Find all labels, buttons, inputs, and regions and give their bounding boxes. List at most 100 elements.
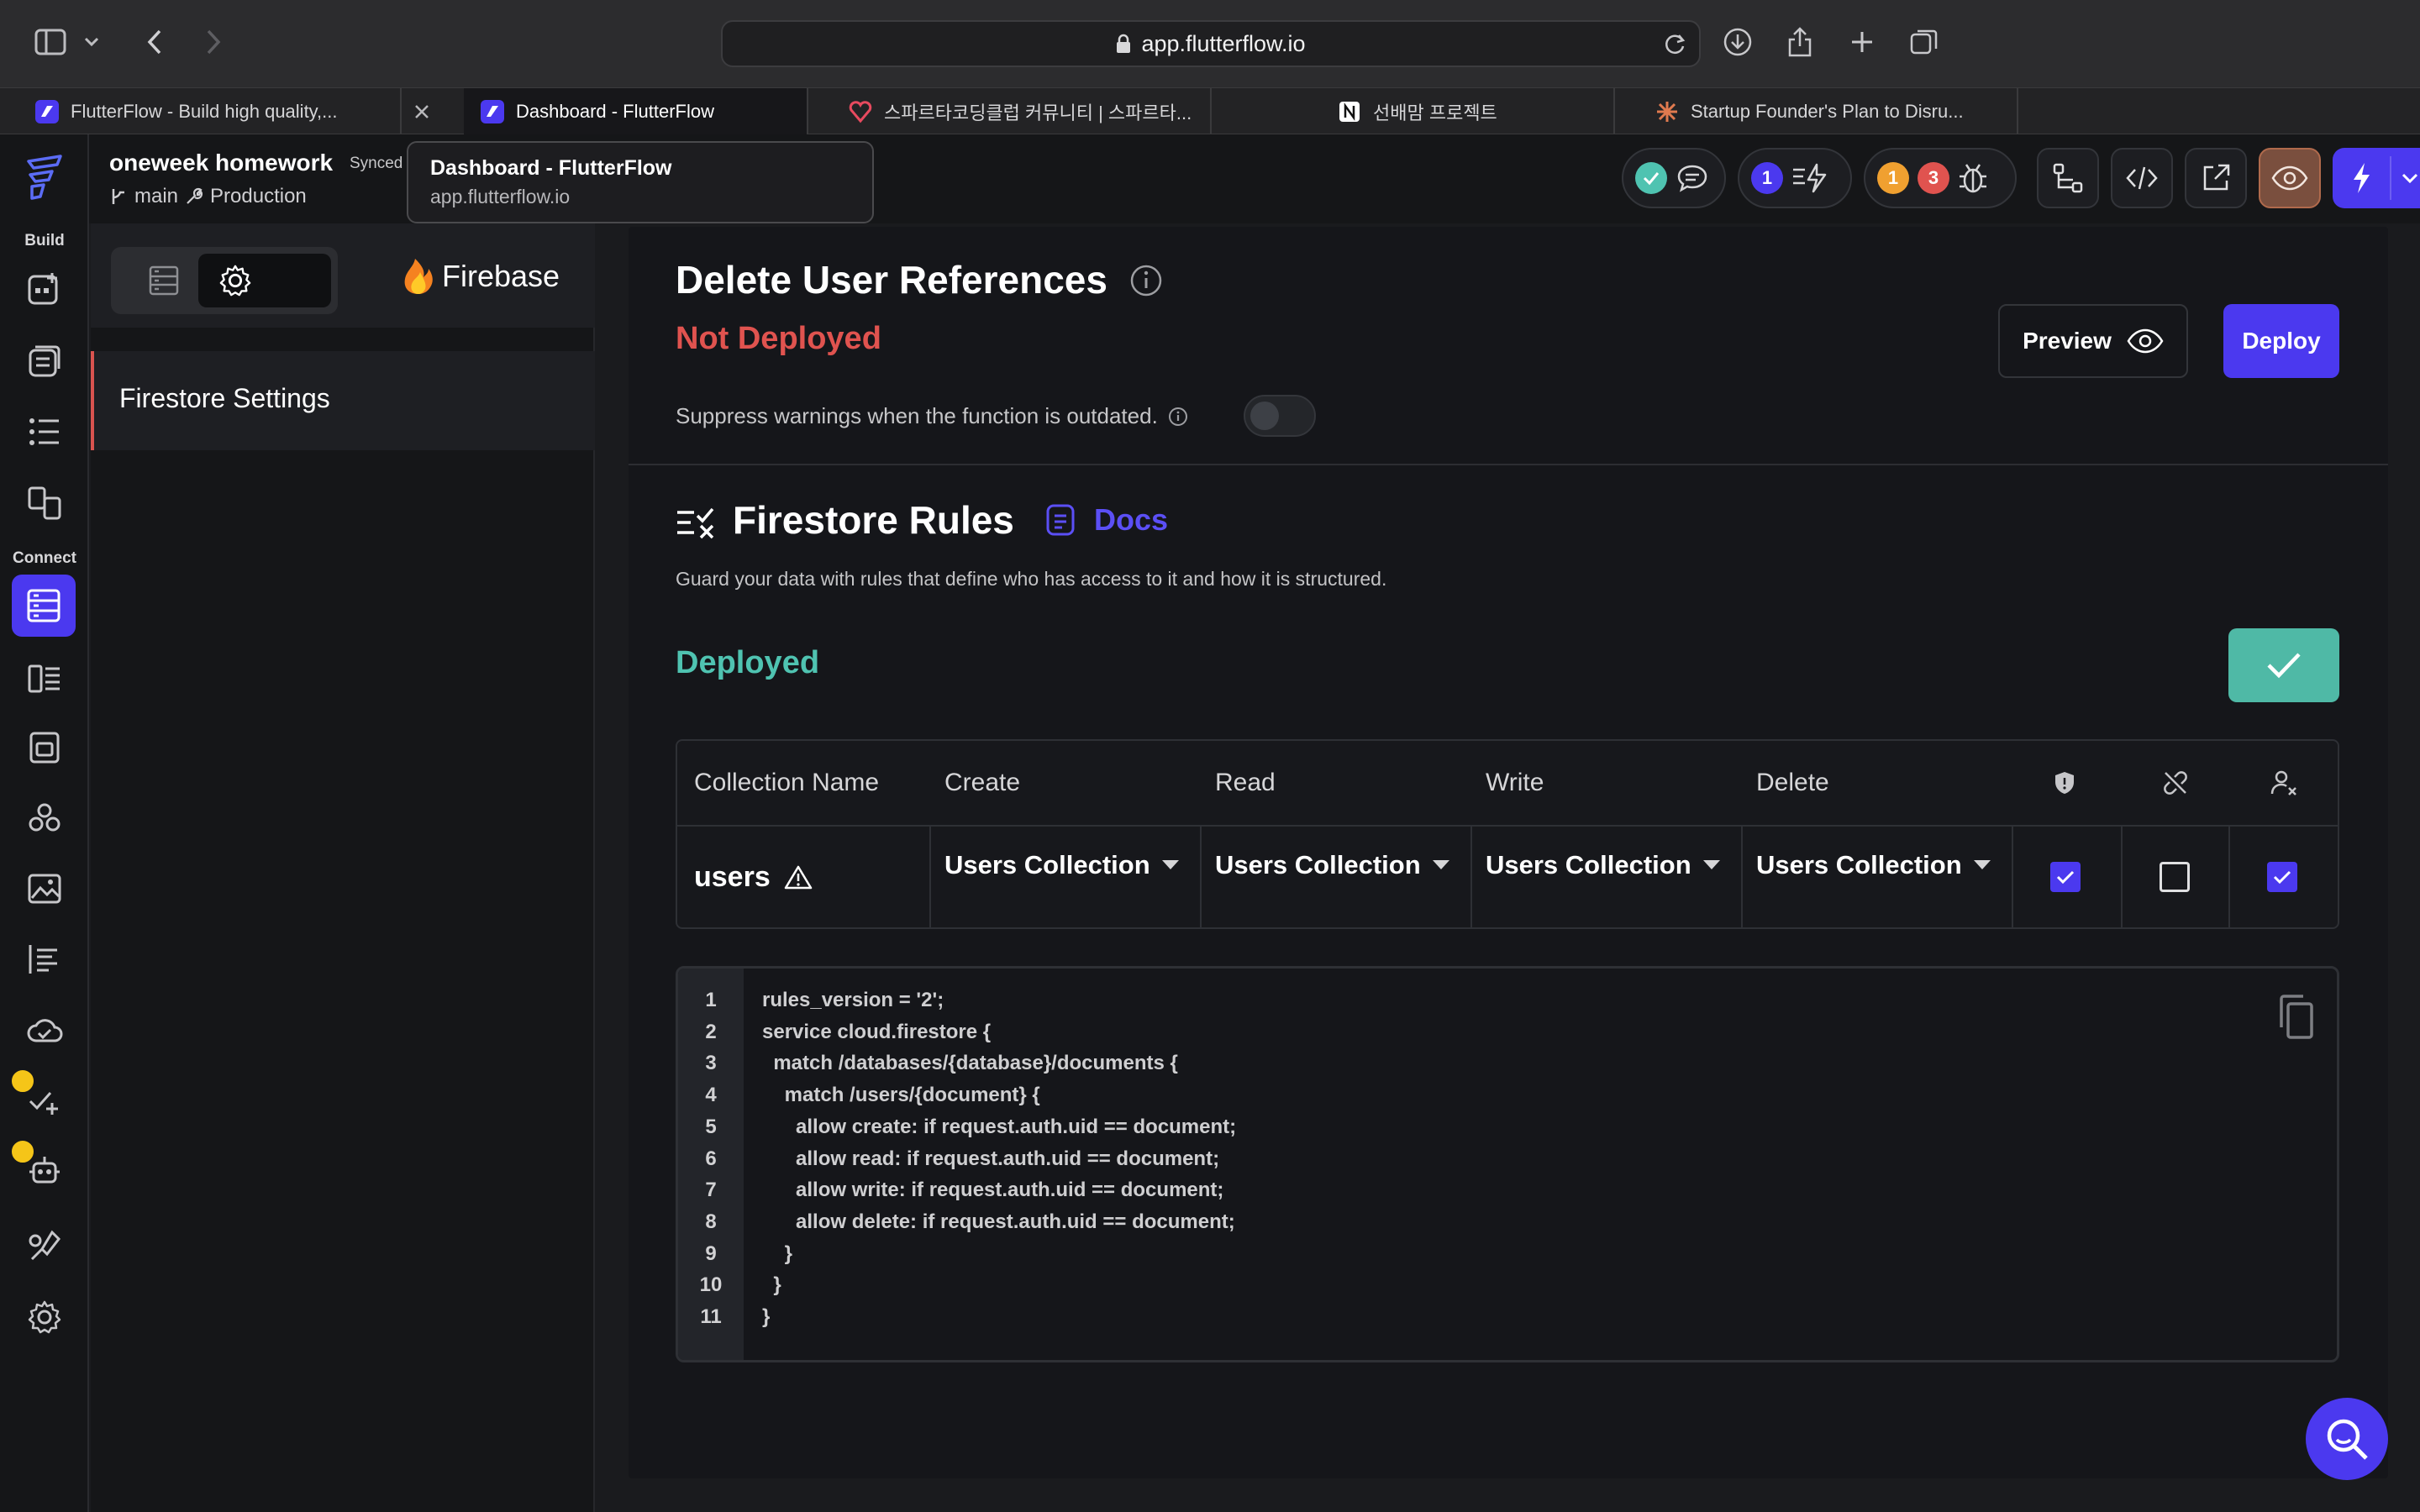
branch-info[interactable]: main Production	[109, 185, 307, 208]
delete-rule-dropdown[interactable]: Users Collection	[1756, 827, 1991, 927]
column-divider	[2228, 827, 2230, 927]
tab-overview-icon[interactable]	[1904, 22, 1944, 62]
media-assets-icon[interactable]	[23, 867, 66, 911]
flutterflow-logo[interactable]	[22, 153, 67, 202]
line-number: 3	[705, 1052, 717, 1075]
sidebar-toggle-icon[interactable]	[30, 22, 71, 62]
firestore-icon[interactable]	[12, 575, 76, 637]
line-number: 2	[705, 1020, 717, 1043]
rules-table: Collection Name Create Read Write Delete…	[676, 739, 2339, 929]
tab-dashboard[interactable]: Dashboard - FlutterFlow	[464, 88, 808, 135]
create-rule-dropdown[interactable]: Users Collection	[944, 827, 1179, 927]
sync-status: Synced	[350, 155, 403, 172]
warnings-count-badge: 1	[1877, 162, 1909, 194]
back-icon[interactable]	[134, 22, 175, 62]
info-icon[interactable]	[1168, 407, 1188, 427]
dropdown-arrow-icon	[1432, 860, 1449, 869]
docs-label: Docs	[1094, 502, 1169, 537]
dropdown-arrow-icon	[1702, 860, 1720, 869]
close-icon[interactable]	[413, 103, 430, 120]
warning-icon[interactable]	[784, 864, 813, 890]
enforce-rules-checkbox[interactable]	[2050, 862, 2081, 892]
suppress-warning-toggle[interactable]	[1244, 395, 1316, 437]
tab-notion[interactable]: 선배맘 프로젝트	[1212, 88, 1615, 135]
tab-close-button[interactable]	[402, 88, 472, 135]
delete-user-data-checkbox[interactable]	[2267, 862, 2297, 892]
tab-startup[interactable]: Startup Founder's Plan to Disru...	[1615, 88, 2018, 135]
toggle-knob	[1250, 402, 1279, 430]
status-group[interactable]	[1622, 148, 1726, 208]
copy-button[interactable]	[2275, 994, 2317, 1041]
app-state-icon[interactable]	[23, 726, 66, 769]
column-header-write: Write	[1486, 769, 1544, 796]
forward-icon[interactable]	[193, 22, 234, 62]
settings-icon[interactable]	[23, 1295, 66, 1339]
code-line: service cloud.firestore {	[762, 1020, 992, 1043]
widget-tree-icon[interactable]	[23, 410, 66, 454]
unauthenticated-checkbox[interactable]	[2160, 862, 2190, 892]
tests-icon[interactable]	[23, 1079, 66, 1122]
database-view-tab[interactable]	[124, 257, 203, 304]
api-calls-icon[interactable]	[23, 937, 66, 981]
tab-label: 선배맘 프로젝트	[1373, 102, 1497, 123]
column-divider	[929, 827, 931, 927]
collection-name: users	[694, 860, 771, 893]
download-icon[interactable]	[1718, 22, 1758, 62]
tab-sparta[interactable]: 스파르타코딩클럽 커뮤니티 | 스파르타...	[808, 88, 1212, 135]
read-rule-value: Users Collection	[1215, 850, 1421, 879]
firestore-settings-item[interactable]: Firestore Settings	[91, 351, 595, 450]
tab-label: FlutterFlow - Build high quality,...	[71, 101, 338, 122]
panel-header: Firebase	[91, 223, 595, 328]
rules-deploy-status: Deployed	[676, 645, 820, 680]
column-divider	[2121, 827, 2123, 927]
preview-mode-button[interactable]	[2259, 148, 2321, 208]
read-rule-dropdown[interactable]: Users Collection	[1215, 827, 1449, 927]
project-name[interactable]: oneweek homework	[109, 150, 333, 176]
unauth-checkbox-cell	[2160, 827, 2190, 927]
theme-icon[interactable]	[23, 1225, 66, 1268]
line-number: 11	[700, 1305, 722, 1328]
tab-label: Dashboard - FlutterFlow	[516, 101, 714, 122]
preview-button[interactable]: Preview	[1998, 304, 2188, 378]
storyboard-icon[interactable]	[23, 480, 66, 524]
tab-flutterflow-home[interactable]: FlutterFlow - Build high quality,...	[18, 88, 402, 135]
data-types-icon[interactable]	[23, 657, 66, 701]
reload-icon[interactable]	[1662, 32, 1687, 57]
open-external-button[interactable]	[2185, 148, 2247, 208]
address-bar[interactable]: app.flutterflow.io	[721, 20, 1701, 67]
line-number: 7	[705, 1179, 717, 1202]
info-icon[interactable]	[1129, 264, 1163, 297]
firebase-logo-icon	[404, 259, 433, 294]
eye-icon	[2127, 328, 2164, 354]
add-page-icon[interactable]	[23, 267, 66, 311]
deploy-button[interactable]: Deploy	[2223, 304, 2339, 378]
share-icon[interactable]	[1780, 22, 1820, 62]
view-code-button[interactable]	[2111, 148, 2173, 208]
cloud-functions-icon[interactable]	[23, 1008, 66, 1052]
firestore-rules-description: Guard your data with rules that define w…	[676, 568, 1387, 590]
version-control-button[interactable]	[2037, 148, 2099, 208]
write-rule-dropdown[interactable]: Users Collection	[1486, 827, 1720, 927]
chevron-down-icon[interactable]	[79, 22, 104, 62]
comments-icon	[1677, 165, 1707, 192]
deploy-rules-button[interactable]	[2228, 628, 2339, 702]
docs-link[interactable]: Docs	[1045, 502, 1168, 538]
new-tab-icon[interactable]	[1842, 22, 1882, 62]
errors-count-badge: 3	[1918, 162, 1949, 194]
custom-code-icon[interactable]	[23, 796, 66, 840]
section-divider	[629, 464, 2388, 465]
run-button[interactable]	[2333, 148, 2420, 208]
chevron-down-icon[interactable]	[2402, 173, 2418, 183]
errors-group[interactable]: 1 3	[1864, 148, 2017, 208]
rules-code-block[interactable]: 1 2 3 4 5 6 7 8 9 10 11 rules_version = '2'; servic…	[676, 966, 2339, 1362]
document-icon	[1046, 504, 1075, 536]
pages-icon[interactable]	[23, 339, 66, 383]
settings-view-tab[interactable]	[198, 254, 331, 307]
function-title: Delete User References	[676, 258, 1107, 302]
notion-favicon	[1338, 100, 1361, 123]
branch-name: main	[134, 185, 179, 207]
agent-icon[interactable]	[23, 1149, 66, 1193]
shield-icon	[2054, 741, 2075, 825]
issues-group[interactable]: 1	[1738, 148, 1852, 208]
help-search-button[interactable]	[2306, 1398, 2388, 1480]
